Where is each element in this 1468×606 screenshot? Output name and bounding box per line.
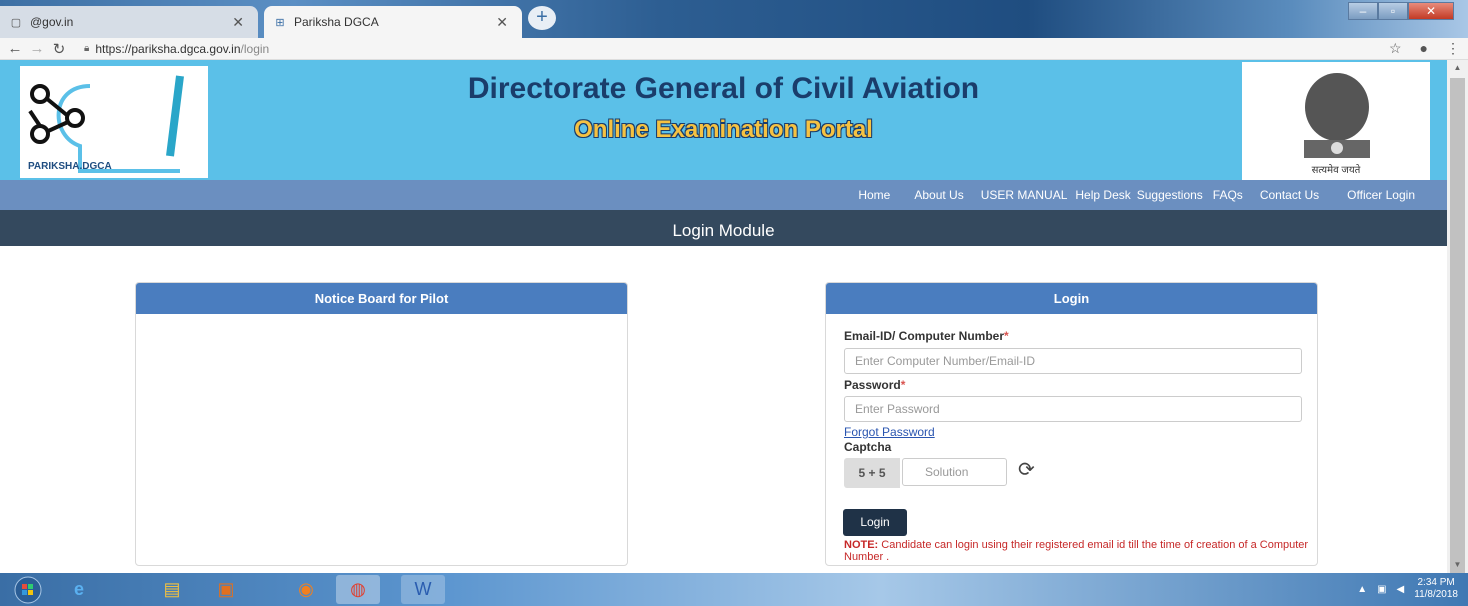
new-tab-button[interactable]: + — [528, 6, 556, 30]
lock-icon[interactable]: 🔒︎ — [84, 43, 89, 54]
nav-faqs[interactable]: FAQs — [1213, 188, 1243, 202]
login-note: NOTE: Candidate can login using their re… — [844, 539, 1314, 563]
tray-expand-icon[interactable]: ▲ — [1357, 584, 1367, 595]
address-bar: ← → ↻ 🔒︎ https://pariksha.dgca.gov.in/lo… — [0, 38, 1468, 60]
main-nav: Home About Us USER MANUAL Help Desk Sugg… — [0, 180, 1447, 210]
word-icon[interactable]: W — [401, 575, 445, 604]
favicon-icon: ⊞ — [275, 16, 285, 29]
maximize-icon[interactable]: ▫ — [1378, 2, 1408, 20]
ie-icon[interactable]: e — [57, 575, 101, 604]
close-icon[interactable]: ✕ — [232, 14, 244, 31]
logo-text: PARIKSHA.DGCA — [28, 161, 112, 172]
nav-user-manual[interactable]: USER MANUAL — [981, 188, 1068, 202]
email-label: Email-ID/ Computer Number* — [844, 329, 1009, 343]
scroll-down-icon[interactable]: ▼ — [1447, 557, 1468, 573]
captcha-input[interactable]: Solution — [902, 458, 1007, 486]
notice-board-title: Notice Board for Pilot — [136, 283, 627, 314]
email-label-text: Email-ID/ Computer Number — [844, 329, 1005, 343]
url-path: /login — [240, 41, 270, 56]
login-panel: Login Email-ID/ Computer Number* Enter C… — [825, 282, 1318, 566]
site-title: Directorate General of Civil Aviation — [467, 72, 980, 105]
captcha-question: 5 + 5 — [844, 458, 900, 488]
forward-icon[interactable]: → — [26, 40, 48, 57]
note-label: NOTE: — [844, 539, 879, 551]
page-scrollbar[interactable]: ▲ ▼ — [1447, 60, 1468, 578]
password-field[interactable]: Enter Password — [844, 396, 1302, 422]
url-field[interactable]: https://pariksha.dgca.gov.in/login — [95, 42, 269, 56]
clock-time: 2:34 PM — [1417, 577, 1455, 588]
nav-home[interactable]: Home — [858, 188, 890, 202]
back-icon[interactable]: ← — [4, 40, 26, 57]
tab-title: Pariksha DGCA — [294, 15, 379, 29]
windows-taskbar: e ▤ ▣ ◉ ◍ W ▲ ▣ ◀ 2:34 PM 11/8/2018 — [0, 573, 1468, 606]
login-button[interactable]: Login — [843, 509, 907, 536]
nav-officer-login[interactable]: Officer Login — [1347, 188, 1415, 202]
star-icon[interactable]: ☆ — [1389, 40, 1402, 57]
window-controls: – ▫ ✕ — [1348, 2, 1454, 20]
password-label-text: Password — [844, 378, 901, 392]
file-explorer-icon[interactable]: ▤ — [150, 575, 194, 604]
browser-tab-pariksha[interactable]: ⊞ Pariksha DGCA ✕ — [264, 6, 522, 38]
nav-help-desk[interactable]: Help Desk — [1075, 188, 1130, 202]
site-header: PARIKSHA.DGCA Directorate General of Civ… — [0, 60, 1447, 180]
clock-date: 11/8/2018 — [1414, 589, 1458, 600]
minimize-icon[interactable]: – — [1348, 2, 1378, 20]
firefox-icon[interactable]: ◉ — [284, 575, 328, 604]
clock[interactable]: 2:34 PM 11/8/2018 — [1414, 577, 1458, 601]
volume-icon[interactable]: ◀ — [1397, 584, 1405, 595]
close-window-icon[interactable]: ✕ — [1408, 2, 1454, 20]
nav-about-us[interactable]: About Us — [914, 188, 963, 202]
media-player-icon[interactable]: ▣ — [204, 575, 248, 604]
nav-suggestions[interactable]: Suggestions — [1137, 188, 1203, 202]
toolbar-right: ☆ ● ⋮ — [1389, 40, 1460, 57]
start-button[interactable] — [6, 575, 50, 604]
reload-icon[interactable]: ↻ — [48, 40, 70, 58]
refresh-icon[interactable]: ⟳ — [1018, 459, 1040, 481]
module-title: Login Module — [0, 210, 1447, 246]
menu-icon[interactable]: ⋮ — [1446, 40, 1460, 57]
close-icon[interactable]: ✕ — [496, 14, 508, 31]
note-text: Candidate can login using their register… — [844, 539, 1309, 563]
notice-board-panel: Notice Board for Pilot — [135, 282, 628, 566]
required-mark: * — [900, 378, 906, 392]
url-host: https://pariksha.dgca.gov.in — [95, 41, 241, 56]
tab-title: @gov.in — [30, 15, 74, 29]
site-subtitle: Online Examination Portal — [574, 116, 873, 143]
page-icon: ▢ — [10, 16, 22, 29]
emblem-motto: सत्यमेव जयते — [1311, 165, 1361, 176]
network-icon[interactable]: ▣ — [1377, 584, 1386, 595]
email-field[interactable]: Enter Computer Number/Email-ID — [844, 348, 1302, 374]
required-mark: * — [1004, 329, 1009, 343]
profile-icon[interactable]: ● — [1420, 40, 1428, 57]
browser-tab-bar: ▢ @gov.in ✕ ⊞ Pariksha DGCA ✕ + – ▫ ✕ — [0, 0, 1468, 38]
system-tray: ▲ ▣ ◀ 2:34 PM 11/8/2018 — [1357, 577, 1458, 601]
scroll-up-icon[interactable]: ▲ — [1447, 60, 1468, 76]
nav-contact-us[interactable]: Contact Us — [1260, 188, 1319, 202]
national-emblem: सत्यमेव जयते — [1242, 62, 1430, 180]
password-label: Password* — [844, 378, 905, 392]
browser-tab-gov[interactable]: ▢ @gov.in ✕ — [0, 6, 258, 38]
login-title: Login — [826, 283, 1317, 314]
captcha-label: Captcha — [844, 440, 892, 454]
windows-start-icon — [14, 576, 42, 603]
forgot-password-link[interactable]: Forgot Password — [844, 425, 935, 439]
chrome-icon[interactable]: ◍ — [336, 575, 380, 604]
scroll-thumb[interactable] — [1450, 78, 1465, 578]
